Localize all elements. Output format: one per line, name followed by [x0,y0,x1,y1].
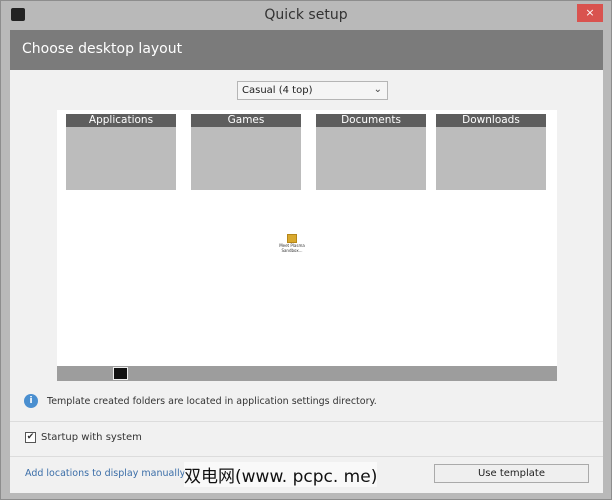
folder-tile-downloads: Downloads [436,114,546,190]
layout-select-value: Casual (4 top) [242,85,313,96]
quick-setup-window: Quick setup × Choose desktop layout Casu… [0,0,612,500]
layout-select[interactable]: Casual (4 top) ⌄ [237,81,388,100]
dialog-body: Choose desktop layout Casual (4 top) ⌄ A… [10,30,603,493]
add-locations-link[interactable]: Add locations to display manually [25,468,185,479]
chevron-down-icon: ⌄ [373,84,382,95]
window-title: Quick setup [264,7,348,23]
startup-label: Startup with system [41,432,142,443]
info-message: i Template created folders are located i… [24,394,377,408]
layout-preview: Applications Games Documents Downloads M… [57,110,557,381]
desktop-icon-label: Meet Plasma Sandbox... [279,243,305,253]
divider [10,456,603,457]
info-text: Template created folders are located in … [47,395,377,407]
folder-tile-games: Games [191,114,301,190]
folder-tile-documents: Documents [316,114,426,190]
page-title: Choose desktop layout [10,30,603,70]
taskbar-app-icon [113,367,128,380]
info-icon: i [24,394,38,408]
folder-label: Downloads [436,114,546,127]
preview-taskbar [57,366,557,381]
title-bar: Quick setup × [1,1,611,30]
watermark: 双电网(www. pcpc. me) [184,462,378,487]
desktop-icon: Meet Plasma Sandbox... [275,234,309,253]
close-button[interactable]: × [577,4,603,22]
startup-checkbox[interactable]: ✔ Startup with system [25,432,142,443]
divider [10,421,603,422]
use-template-button[interactable]: Use template [434,464,589,483]
folder-tile-applications: Applications [66,114,176,190]
folder-label: Applications [66,114,176,127]
package-icon [287,234,297,243]
folder-label: Documents [316,114,426,127]
checkbox-check-icon[interactable]: ✔ [25,432,36,443]
folder-label: Games [191,114,301,127]
